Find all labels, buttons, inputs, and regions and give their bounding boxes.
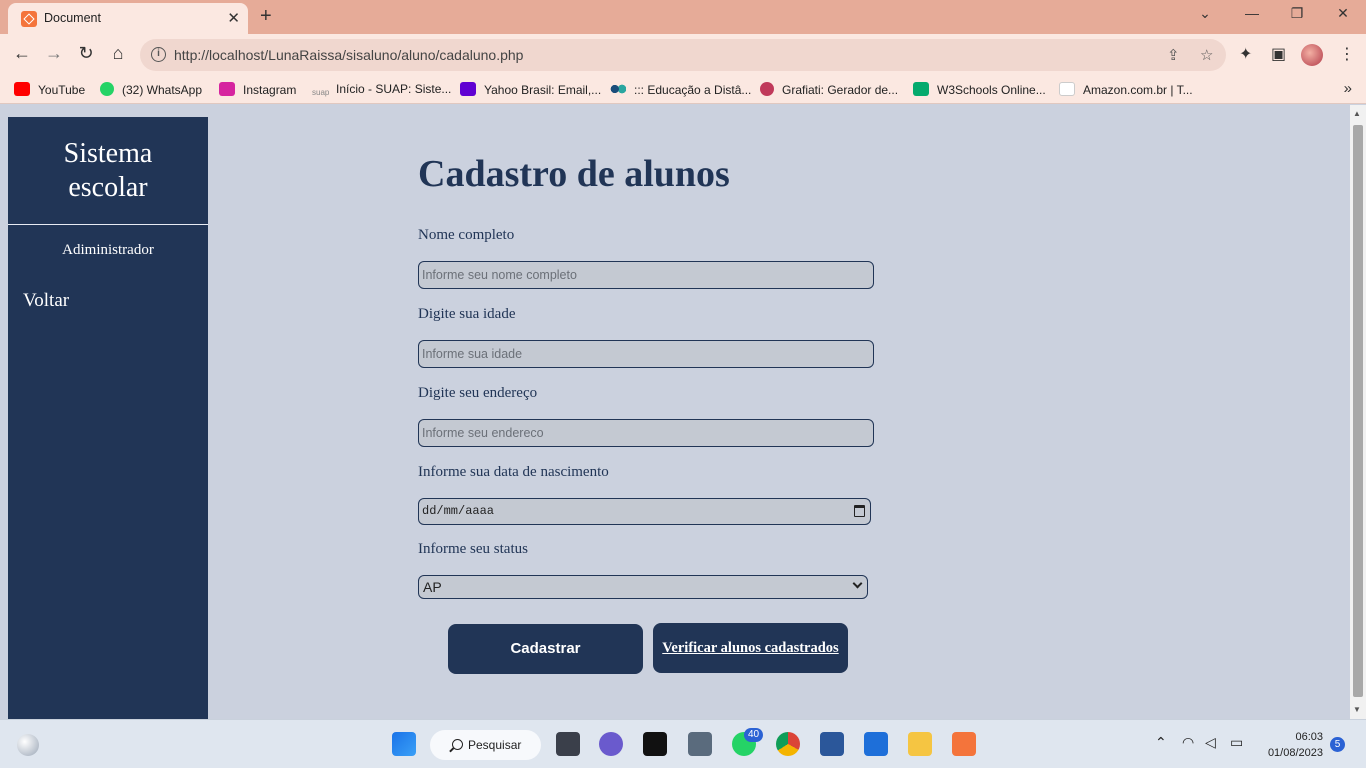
suap-icon: suap bbox=[312, 88, 330, 97]
chrome-icon[interactable] bbox=[776, 732, 800, 756]
taskbar-search-label: Pesquisar bbox=[468, 738, 522, 752]
bookmark-grafiati[interactable]: Grafiati: Gerador de... bbox=[760, 82, 898, 97]
bookmark-w3schools[interactable]: W3Schools Online... bbox=[913, 82, 1046, 97]
scroll-up-icon[interactable]: ▲ bbox=[1353, 109, 1361, 118]
profile-avatar[interactable] bbox=[1301, 44, 1323, 66]
scroll-down-icon[interactable]: ▼ bbox=[1353, 705, 1361, 714]
site-info-icon[interactable]: i bbox=[151, 47, 166, 62]
sidebar-brand: Sistema escolar bbox=[8, 117, 208, 225]
youtube-icon bbox=[14, 82, 30, 96]
status-selected-value: AP bbox=[423, 579, 442, 595]
birth-label: Informe sua data de nascimento bbox=[418, 464, 609, 480]
minimize-icon[interactable]: — bbox=[1237, 5, 1267, 21]
notifications-badge[interactable]: 5 bbox=[1330, 737, 1345, 752]
address-bar[interactable]: i http://localhost/LunaRaissa/sisaluno/a… bbox=[140, 39, 1226, 71]
menu-kebab-icon[interactable]: ⋮ bbox=[1339, 44, 1355, 64]
scrollbar-thumb[interactable] bbox=[1353, 125, 1363, 697]
widgets-icon[interactable] bbox=[17, 734, 39, 756]
whatsapp-badge: 40 bbox=[744, 728, 764, 742]
bookmark-star-icon[interactable]: ☆ bbox=[1200, 46, 1213, 64]
status-select[interactable]: AP bbox=[418, 575, 868, 599]
submit-button[interactable]: Cadastrar bbox=[448, 624, 643, 674]
sidebar: Sistema escolar Adiministrador Voltar bbox=[8, 117, 208, 719]
calculator-icon[interactable] bbox=[688, 732, 712, 756]
bookmark-instagram[interactable]: Instagram bbox=[219, 82, 296, 97]
new-tab-icon[interactable]: + bbox=[260, 5, 272, 28]
brand-line2: escolar bbox=[68, 172, 148, 203]
w3schools-icon bbox=[913, 82, 929, 96]
share-icon[interactable]: ⇪ bbox=[1167, 46, 1180, 64]
reload-icon[interactable]: ↻ bbox=[74, 43, 98, 64]
page-title: Cadastro de alunos bbox=[418, 153, 730, 195]
grafiati-icon bbox=[760, 82, 774, 96]
taskbar-search[interactable]: Pesquisar bbox=[430, 730, 541, 760]
tray-chevron-icon[interactable]: ⌃ bbox=[1155, 734, 1167, 751]
birth-date-placeholder: dd/mm/aaaa bbox=[422, 504, 495, 518]
windows-taskbar: Pesquisar 40 ⌃ ◠ ◁ ▭ 06:03 01/08/2023 5 bbox=[0, 719, 1366, 768]
bookmark-amazon[interactable]: Amazon.com.br | T... bbox=[1059, 82, 1193, 97]
address-label: Digite seu endereço bbox=[418, 385, 538, 401]
clock-date: 01/08/2023 bbox=[1267, 747, 1323, 759]
tab-title: Document bbox=[44, 11, 101, 25]
restore-icon[interactable]: ❐ bbox=[1282, 5, 1312, 22]
extensions-icon[interactable]: ✦ bbox=[1239, 44, 1252, 64]
amazon-icon bbox=[1059, 82, 1075, 96]
calendar-icon[interactable] bbox=[854, 505, 865, 517]
sidebar-back-link[interactable]: Voltar bbox=[23, 290, 208, 312]
page-viewport: Sistema escolar Adiministrador Voltar Ca… bbox=[0, 105, 1366, 719]
word-icon[interactable] bbox=[820, 732, 844, 756]
bookmark-suap[interactable]: suap Início - SUAP: Siste... bbox=[312, 82, 451, 102]
clock-time: 06:03 bbox=[1295, 731, 1323, 743]
address-input[interactable] bbox=[418, 419, 874, 447]
file-explorer-icon[interactable] bbox=[908, 732, 932, 756]
home-icon[interactable]: ⌂ bbox=[106, 43, 130, 64]
birth-date-input[interactable]: dd/mm/aaaa bbox=[418, 498, 871, 525]
view-students-link[interactable]: Verificar alunos cadastrados bbox=[653, 623, 848, 673]
chevron-down-icon bbox=[852, 578, 863, 589]
close-window-icon[interactable]: ✕ bbox=[1328, 5, 1358, 22]
status-label: Informe seu status bbox=[418, 541, 528, 557]
xampp-icon[interactable] bbox=[952, 732, 976, 756]
back-arrow-icon[interactable]: ← bbox=[10, 43, 34, 64]
bookmark-yahoo[interactable]: Yahoo Brasil: Email,... bbox=[460, 82, 601, 97]
teams-chat-icon[interactable] bbox=[599, 732, 623, 756]
search-icon bbox=[452, 739, 463, 750]
start-icon[interactable] bbox=[392, 732, 416, 756]
side-panel-icon[interactable]: ▣ bbox=[1271, 44, 1286, 64]
bookmarks-bar: YouTube (32) WhatsApp Instagram suap Iníc… bbox=[0, 76, 1366, 104]
task-view-icon[interactable] bbox=[556, 732, 580, 756]
volume-icon[interactable]: ◁ bbox=[1205, 734, 1216, 751]
instagram-icon bbox=[219, 82, 235, 96]
bookmark-youtube[interactable]: YouTube bbox=[14, 82, 85, 97]
netflix-icon[interactable] bbox=[643, 732, 667, 756]
brand-line1: Sistema bbox=[63, 138, 153, 169]
browser-tab[interactable]: Document ✕ bbox=[8, 3, 248, 34]
name-label: Nome completo bbox=[418, 227, 515, 243]
yahoo-icon bbox=[460, 82, 476, 96]
page-scrollbar[interactable]: ▲ ▼ bbox=[1350, 105, 1366, 719]
xampp-favicon-icon bbox=[21, 11, 37, 27]
system-clock[interactable]: 06:03 01/08/2023 bbox=[1256, 729, 1323, 761]
wifi-icon[interactable]: ◠ bbox=[1182, 734, 1194, 751]
bookmark-whatsapp[interactable]: (32) WhatsApp bbox=[100, 82, 202, 97]
whatsapp-icon bbox=[100, 82, 114, 96]
forward-arrow-icon[interactable]: → bbox=[42, 43, 66, 64]
ead-icon bbox=[610, 82, 626, 96]
age-label: Digite sua idade bbox=[418, 306, 516, 322]
url-text[interactable]: http://localhost/LunaRaissa/sisaluno/alu… bbox=[174, 47, 523, 63]
browser-toolbar: ← → ↻ ⌂ i http://localhost/LunaRaissa/si… bbox=[0, 34, 1366, 76]
browser-tabstrip: Document ✕ + ⌄ — ❐ ✕ bbox=[0, 0, 1366, 34]
sidebar-admin-label: Adiministrador bbox=[62, 242, 154, 258]
bookmarks-overflow-icon[interactable]: » bbox=[1344, 80, 1352, 97]
close-tab-icon[interactable]: ✕ bbox=[227, 9, 240, 27]
store-icon[interactable] bbox=[864, 732, 888, 756]
age-input[interactable] bbox=[418, 340, 874, 368]
tab-search-chevron-icon[interactable]: ⌄ bbox=[1190, 5, 1220, 22]
name-input[interactable] bbox=[418, 261, 874, 289]
bookmark-ead[interactable]: ::: Educação a Distâ... bbox=[610, 82, 751, 97]
battery-icon[interactable]: ▭ bbox=[1230, 734, 1243, 751]
